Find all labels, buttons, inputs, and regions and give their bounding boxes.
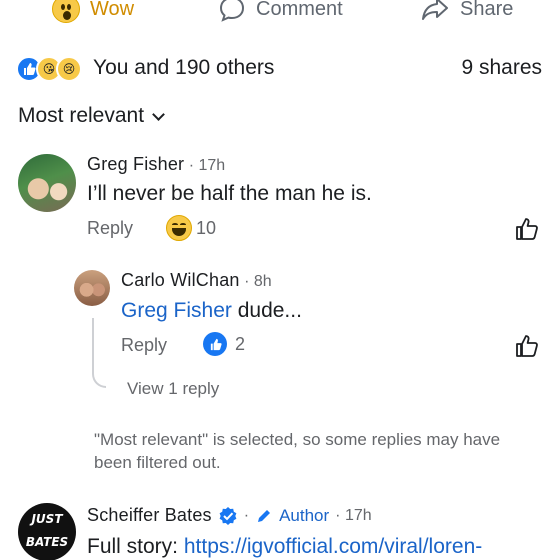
reaction-count: 2 (235, 333, 246, 354)
reply-header: Carlo WilChan · 8h (121, 270, 272, 291)
sad-emoji-icon: 😢 (56, 56, 82, 82)
replier-name[interactable]: Carlo WilChan (121, 270, 240, 290)
reaction-count: 10 (196, 217, 217, 238)
comment-bubble-icon (219, 0, 245, 22)
like-thumb-icon[interactable] (514, 216, 540, 242)
comment-label: Comment (256, 0, 343, 20)
thread-connector (92, 318, 106, 388)
reply-reactions[interactable]: 2 (203, 332, 245, 356)
wow-reaction-button[interactable]: Wow (52, 0, 134, 26)
just-bates-avatar[interactable]: JUST BATES (18, 503, 76, 560)
comment-header: Greg Fisher · 17h (87, 154, 225, 175)
reply-body: dude... (231, 299, 302, 322)
comment-time: · 17h (188, 157, 226, 174)
author-comment-time: · 17h (335, 506, 372, 524)
like-icon (203, 332, 227, 356)
reply-time: · 8h (244, 273, 272, 290)
author-comment-prefix: Full story: (87, 535, 184, 558)
reactions-summary[interactable]: You and 190 others (93, 56, 274, 80)
share-arrow-icon (422, 0, 448, 20)
wow-label: Wow (90, 0, 135, 20)
filter-notice: "Most relevant" is selected, so some rep… (94, 430, 501, 472)
story-link[interactable]: https://igvofficial.com/viral/loren- (184, 535, 482, 558)
sort-label: Most relevant (18, 104, 145, 127)
carlo-wilchan-avatar[interactable] (74, 270, 110, 306)
shares-count[interactable]: 9 shares (461, 56, 542, 80)
share-button[interactable]: Share (420, 0, 513, 26)
comment-reactions[interactable]: 10 (166, 215, 216, 241)
logo-text-bottom: BATES (25, 535, 69, 549)
author-badge: Author (279, 505, 330, 525)
mention-link[interactable]: Greg Fisher (121, 299, 232, 322)
comment-button[interactable]: Comment (218, 0, 343, 26)
share-label: Share (460, 0, 514, 20)
laugh-emoji-icon (166, 215, 192, 241)
reply-link[interactable]: Reply (87, 218, 133, 239)
chevron-down-icon (152, 107, 165, 121)
author-comment-text: Full story: https://igvofficial.com/vira… (87, 535, 482, 559)
commenter-name[interactable]: Greg Fisher (87, 154, 184, 174)
like-thumb-icon[interactable] (514, 333, 540, 359)
verified-badge-icon (219, 506, 237, 525)
sort-dropdown[interactable]: Most relevant (18, 104, 165, 128)
logo-text-top: JUST (31, 512, 63, 526)
author-name[interactable]: Scheiffer Bates (87, 505, 212, 526)
wow-emoji-icon (52, 0, 80, 23)
reply-text: Greg Fisher dude... (121, 299, 302, 323)
reaction-icons[interactable]: 😘 😢 (16, 56, 82, 82)
separator-dot: · (243, 506, 250, 524)
view-replies-link[interactable]: View 1 reply (127, 379, 219, 399)
pencil-icon (258, 509, 271, 522)
reply-link[interactable]: Reply (121, 335, 167, 356)
author-comment-header: Scheiffer Bates · Author · 17h (87, 505, 372, 526)
greg-fisher-avatar[interactable] (18, 154, 76, 212)
comment-text: I’ll never be half the man he is. (87, 182, 372, 205)
